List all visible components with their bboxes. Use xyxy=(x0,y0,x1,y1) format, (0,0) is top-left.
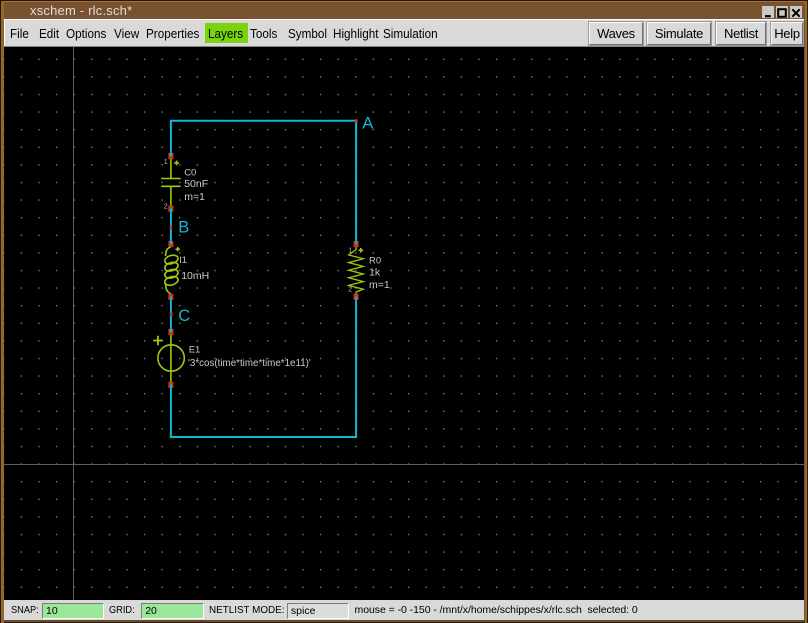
svg-text:A: A xyxy=(362,114,373,132)
svg-text:1: 1 xyxy=(164,159,168,166)
svg-text:E1: E1 xyxy=(189,344,201,355)
svg-text:m=1: m=1 xyxy=(184,191,205,203)
svg-text:1: 1 xyxy=(348,248,352,255)
svg-text:l1: l1 xyxy=(180,255,187,266)
svg-text:B: B xyxy=(178,219,189,237)
svg-text:R0: R0 xyxy=(369,256,381,267)
svg-text:'3*cos(time*time*time*1e11)': '3*cos(time*time*time*1e11)' xyxy=(188,358,311,369)
svg-text:10mH: 10mH xyxy=(181,270,209,282)
svg-text:C: C xyxy=(178,307,190,325)
svg-text:2: 2 xyxy=(164,204,168,211)
svg-text:50nF: 50nF xyxy=(184,178,208,190)
svg-text:C0: C0 xyxy=(184,167,196,178)
svg-text:1k: 1k xyxy=(369,267,381,279)
svg-text:2: 2 xyxy=(348,287,352,294)
svg-text:m=1: m=1 xyxy=(369,279,390,291)
